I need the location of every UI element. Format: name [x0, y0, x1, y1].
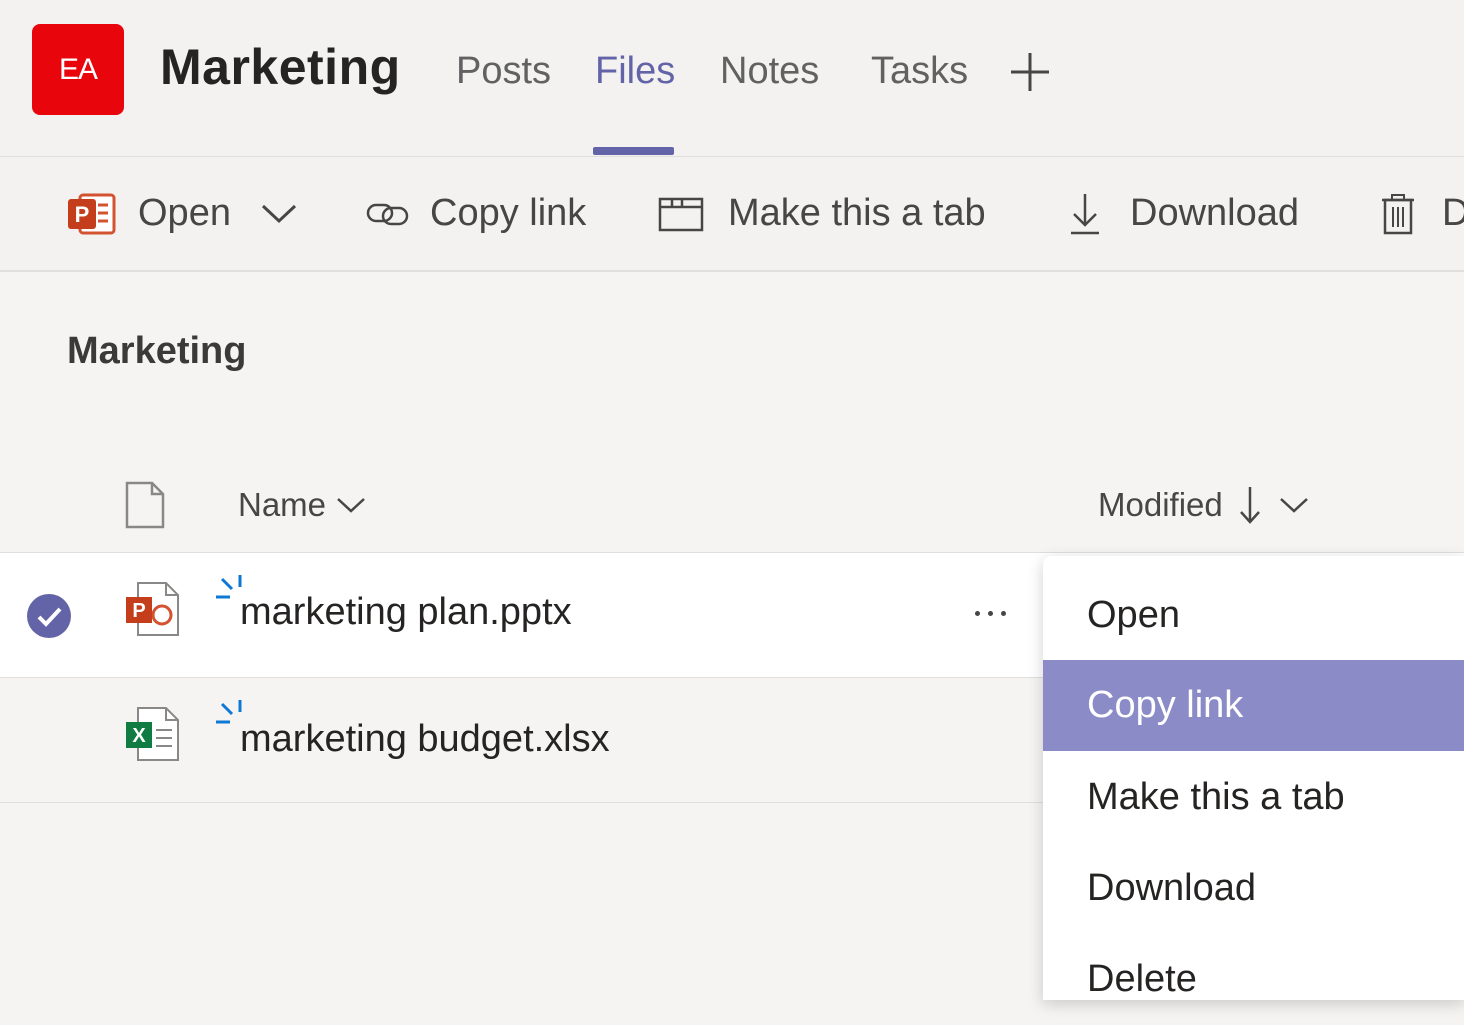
name-column-label: Name: [238, 486, 327, 523]
name-column-header[interactable]: Name: [238, 480, 366, 530]
download-button[interactable]: Download: [1068, 157, 1299, 270]
file-name[interactable]: marketing budget.xlsx: [240, 718, 610, 761]
download-icon: [1071, 193, 1099, 234]
active-tab-indicator: [593, 147, 674, 155]
open-button[interactable]: P Open: [66, 157, 297, 270]
more-icon-dot: [974, 610, 980, 616]
powerpoint-file-icon: P: [126, 582, 179, 636]
menu-item-copy-link[interactable]: Copy link: [1043, 660, 1464, 751]
powerpoint-icon: P: [68, 193, 116, 234]
tab-icon: [658, 197, 704, 231]
chevron-down-icon: [337, 498, 365, 513]
modified-column-header[interactable]: Modified: [1098, 480, 1309, 530]
trash-icon: [1382, 193, 1414, 234]
command-bar: P Open Copy link Make this a tab Downloa…: [0, 157, 1464, 272]
svg-text:P: P: [132, 600, 145, 622]
make-tab-label: Make this a tab: [728, 192, 986, 234]
file-name[interactable]: marketing plan.pptx: [240, 591, 572, 634]
more-icon-dot: [1000, 610, 1006, 616]
link-icon: [366, 203, 409, 225]
team-avatar[interactable]: EA: [32, 24, 124, 115]
menu-item-open[interactable]: Open: [1043, 570, 1464, 661]
delete-label: D: [1442, 192, 1464, 234]
chevron-down-icon: [1279, 498, 1308, 513]
menu-item-make-tab[interactable]: Make this a tab: [1043, 752, 1464, 843]
download-label: Download: [1130, 192, 1299, 234]
open-label: Open: [138, 192, 231, 234]
menu-item-delete[interactable]: Delete: [1043, 934, 1464, 1025]
channel-header: EA Marketing Posts Files Notes Tasks: [0, 0, 1464, 157]
tab-files[interactable]: Files: [595, 50, 675, 93]
more-options-button[interactable]: [960, 593, 1020, 633]
more-icon-dot: [987, 610, 993, 616]
plus-icon: [1011, 53, 1049, 91]
make-tab-button[interactable]: Make this a tab: [658, 157, 986, 270]
team-title: Marketing: [160, 39, 401, 95]
menu-item-download[interactable]: Download: [1043, 843, 1464, 934]
tab-posts[interactable]: Posts: [456, 50, 551, 93]
tab-tasks[interactable]: Tasks: [871, 50, 968, 93]
context-menu: Open Copy link Make this a tab Download …: [1043, 556, 1464, 1000]
file-icon: [125, 481, 165, 529]
add-tab-button[interactable]: [1008, 50, 1052, 94]
team-avatar-initials: EA: [58, 52, 98, 86]
tab-notes[interactable]: Notes: [720, 50, 819, 93]
svg-text:P: P: [75, 202, 90, 227]
svg-text:X: X: [132, 725, 146, 747]
copy-link-button[interactable]: Copy link: [366, 157, 586, 270]
checkmark-circle-icon[interactable]: [26, 593, 72, 639]
folder-title: Marketing: [67, 330, 247, 372]
delete-button[interactable]: D: [1380, 157, 1464, 270]
excel-file-icon: X: [126, 707, 179, 761]
copy-link-label: Copy link: [430, 192, 587, 234]
sort-descending-icon: [1239, 487, 1260, 524]
chevron-down-icon[interactable]: [261, 203, 297, 225]
file-type-column-header[interactable]: [124, 480, 166, 530]
modified-column-label: Modified: [1098, 486, 1223, 523]
